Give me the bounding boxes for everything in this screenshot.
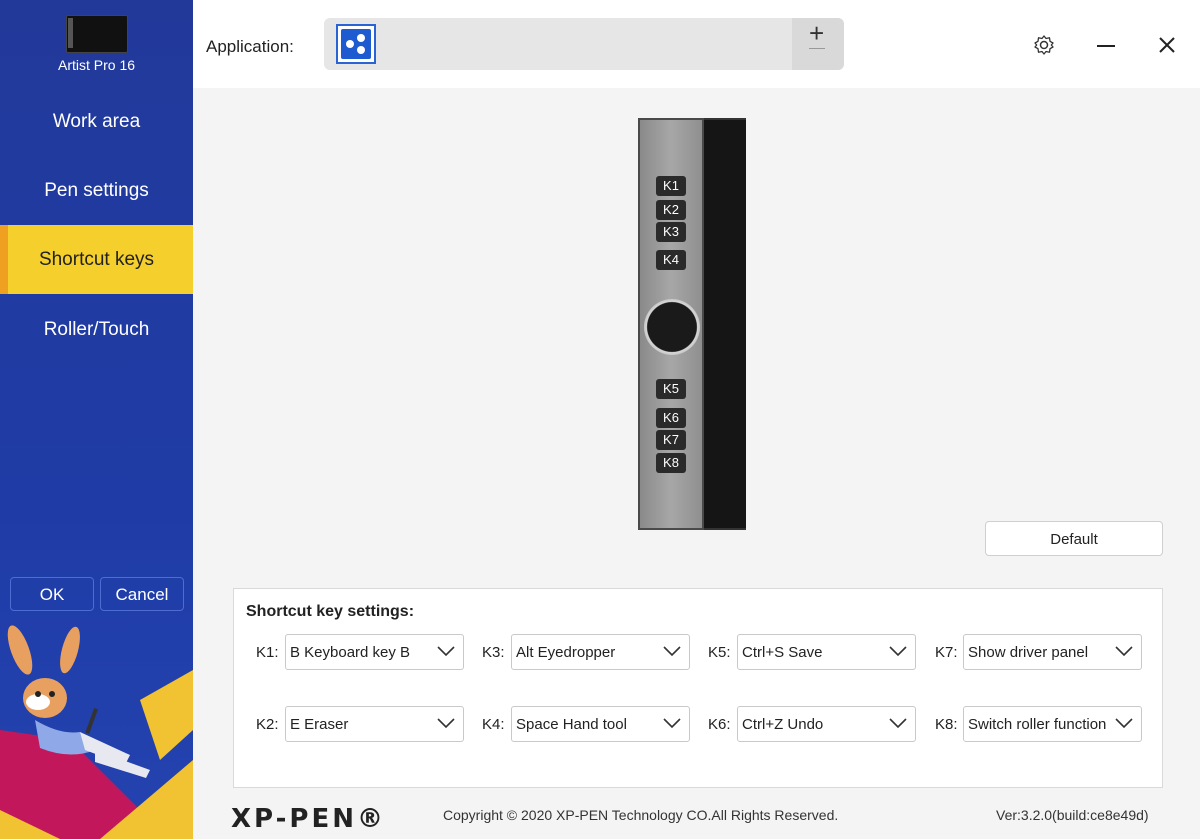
chevron-down-icon	[889, 646, 907, 657]
roller-dial[interactable]	[644, 299, 700, 355]
k8-value: Switch roller function	[968, 716, 1107, 733]
chevron-down-icon	[1115, 646, 1133, 657]
k1-value: B Keyboard key B	[290, 644, 411, 661]
key-k5[interactable]: K5	[656, 379, 686, 399]
minimize-icon[interactable]	[1095, 34, 1117, 56]
chevron-down-icon	[437, 646, 455, 657]
mascot-illustration	[0, 625, 193, 839]
k7-select[interactable]: Show driver panel	[963, 634, 1142, 670]
shortcut-settings-panel: Shortcut key settings: K1: B Keyboard ke…	[233, 588, 1163, 788]
cancel-button[interactable]: Cancel	[100, 577, 184, 611]
k4-value: Space Hand tool	[516, 716, 627, 733]
key-k2[interactable]: K2	[656, 200, 686, 220]
key-k4[interactable]: K4	[656, 250, 686, 270]
k1-select[interactable]: B Keyboard key B	[285, 634, 464, 670]
tablet-thumbnail	[66, 15, 128, 53]
k6-label: K6:	[708, 716, 731, 733]
default-button[interactable]: Default	[985, 521, 1163, 556]
device-body: K1 K2 K3 K4 K5 K6 K7 K8	[638, 118, 704, 530]
k2-value: E Eraser	[290, 716, 349, 733]
all-apps-icon[interactable]	[336, 24, 376, 64]
main-panel: Application: + K1 K2 K3 K4 K5 K6 K7 K8 D…	[193, 0, 1200, 839]
k5-value: Ctrl+S Save	[742, 644, 823, 661]
chevron-down-icon	[663, 718, 681, 729]
k2-label: K2:	[256, 716, 279, 733]
sidebar-item-shortcut-keys[interactable]: Shortcut keys	[0, 225, 193, 294]
k4-select[interactable]: Space Hand tool	[511, 706, 690, 742]
k3-label: K3:	[482, 644, 505, 661]
sidebar-item-roller-touch[interactable]: Roller/Touch	[0, 295, 193, 364]
chevron-down-icon	[437, 718, 455, 729]
k8-select[interactable]: Switch roller function	[963, 706, 1142, 742]
key-k3[interactable]: K3	[656, 222, 686, 242]
chevron-down-icon	[889, 718, 907, 729]
k7-value: Show driver panel	[968, 644, 1089, 661]
k5-label: K5:	[708, 644, 731, 661]
device-illustration: K1 K2 K3 K4 K5 K6 K7 K8	[638, 118, 746, 530]
ok-button[interactable]: OK	[10, 577, 94, 611]
version-text: Ver:3.2.0(build:ce8e49d)	[996, 807, 1149, 823]
close-icon[interactable]	[1156, 34, 1178, 56]
key-k6[interactable]: K6	[656, 408, 686, 428]
device-side	[704, 118, 746, 530]
k6-select[interactable]: Ctrl+Z Undo	[737, 706, 916, 742]
k6-value: Ctrl+Z Undo	[742, 716, 824, 733]
gear-icon[interactable]	[1033, 34, 1055, 56]
application-label: Application:	[206, 37, 294, 56]
k8-label: K8:	[935, 716, 958, 733]
footer: XP-PEN® Copyright © 2020 XP-PEN Technolo…	[193, 788, 1200, 839]
device-name: Artist Pro 16	[57, 57, 136, 73]
xp-pen-logo: XP-PEN®	[231, 804, 387, 834]
key-k1[interactable]: K1	[656, 176, 686, 196]
remove-app-button[interactable]	[809, 48, 825, 49]
chevron-down-icon	[663, 646, 681, 657]
k3-select[interactable]: Alt Eyedropper	[511, 634, 690, 670]
k3-value: Alt Eyedropper	[516, 644, 616, 661]
copyright-text: Copyright © 2020 XP-PEN Technology CO.Al…	[443, 807, 839, 823]
key-k7[interactable]: K7	[656, 430, 686, 450]
key-k8[interactable]: K8	[656, 453, 686, 473]
chevron-down-icon	[1115, 718, 1133, 729]
sidebar-item-pen-settings[interactable]: Pen settings	[0, 156, 193, 225]
k4-label: K4:	[482, 716, 505, 733]
sidebar: Artist Pro 16 Work area Pen settings Sho…	[0, 0, 193, 839]
application-strip: +	[324, 18, 844, 70]
k7-label: K7:	[935, 644, 958, 661]
k2-select[interactable]: E Eraser	[285, 706, 464, 742]
add-app-button[interactable]: +	[809, 20, 824, 46]
top-bar: Application: +	[193, 0, 1200, 88]
settings-title: Shortcut key settings:	[246, 603, 415, 620]
k5-select[interactable]: Ctrl+S Save	[737, 634, 916, 670]
sidebar-item-work-area[interactable]: Work area	[0, 87, 193, 156]
add-remove-app-control: +	[792, 18, 844, 70]
k1-label: K1:	[256, 644, 279, 661]
